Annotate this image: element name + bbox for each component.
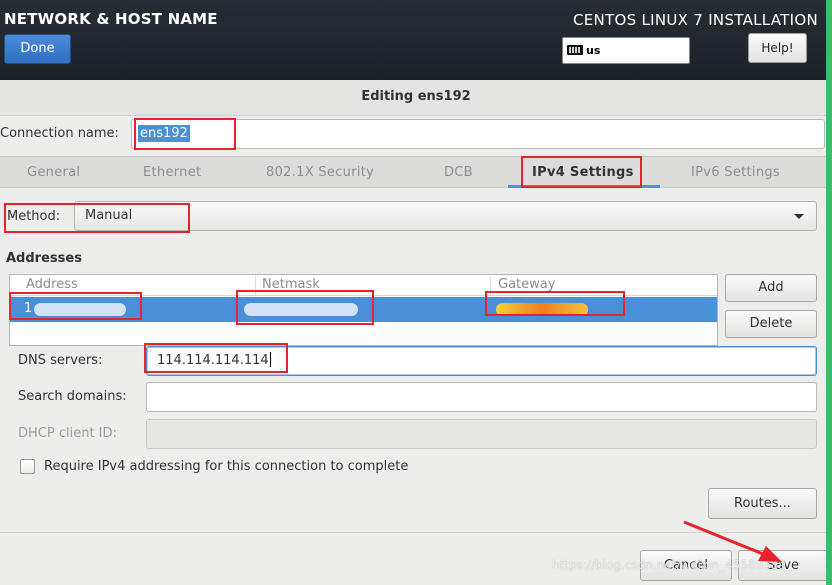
annotation-arrow [683,520,782,562]
window-edge-strip [826,0,832,585]
